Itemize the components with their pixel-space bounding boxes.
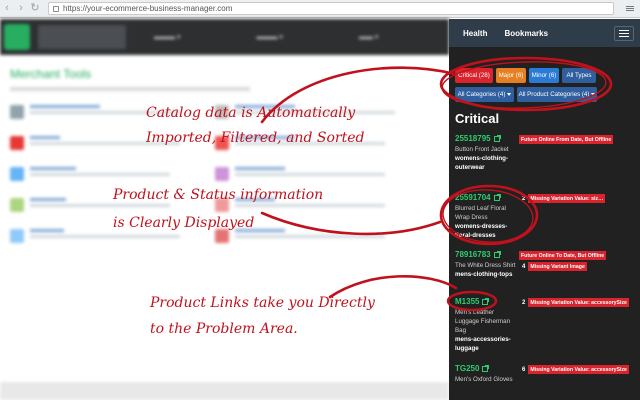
background-app: ▬▬▬ ▾ ▬▬▬ ▾ ▬▬ ▾ Merchant Tools: [0, 19, 449, 400]
forward-icon[interactable]: ›: [14, 2, 28, 16]
list-item: 25591704 Blurred Leaf Floral Wrap Dress …: [455, 193, 517, 240]
callout-status-line2: is Clearly Displayed: [113, 215, 255, 231]
tile-icon: [10, 198, 24, 212]
issue-badge: 2 Missing Variation Value: siz…: [519, 194, 636, 203]
issue-label: Missing Variation Value: accessorySize: [528, 298, 629, 307]
filter-all-types[interactable]: All Types: [562, 68, 596, 83]
external-link-icon: [493, 250, 501, 258]
list-item: 25518795 Button Front Jacket womens-clot…: [455, 134, 517, 172]
product-link[interactable]: 25518795: [455, 134, 517, 143]
app-nav-item[interactable]: ▬▬▬ ▾: [256, 33, 282, 41]
type-filters: Critical (28) Major (6) Minor (6) All Ty…: [455, 68, 599, 83]
address-bar[interactable]: https://your-ecommerce-business-manager.…: [48, 2, 614, 15]
product-name: The White Dress Shirt: [455, 262, 516, 269]
issue-label: Future Online To Date, But Offline: [519, 251, 607, 260]
app-nav-item[interactable]: ▬▬ ▾: [359, 33, 378, 41]
back-icon[interactable]: ‹: [0, 2, 14, 16]
reload-icon[interactable]: ↻: [28, 2, 42, 16]
filter-all-categories-label: All Categories (4): [457, 91, 506, 98]
app-header: ▬▬▬ ▾ ▬▬▬ ▾ ▬▬ ▾: [0, 19, 449, 55]
app-footer: [0, 382, 449, 400]
store-selector[interactable]: [38, 25, 126, 49]
callout-links-line1: Product Links take you Directly: [150, 295, 375, 311]
tile[interactable]: [10, 167, 215, 181]
chevron-down-icon: [507, 93, 512, 96]
product-category: mens-accessories-luggage: [455, 336, 511, 352]
chevron-down-icon: [591, 93, 596, 96]
external-link-icon: [493, 134, 501, 142]
section-title: Critical: [455, 111, 500, 126]
address-url: https://your-ecommerce-business-manager.…: [63, 4, 233, 13]
product-id: 78916783: [455, 250, 491, 259]
product-name: Men's Oxford Gloves: [455, 376, 513, 383]
filter-all-product-categories-label: All Product Categories (4): [518, 91, 590, 98]
product-category: womens-clothing-outerwear: [455, 155, 508, 171]
issue-count: 6: [522, 366, 526, 373]
app-nav-item[interactable]: ▬▬▬ ▾: [154, 33, 180, 41]
tab-health[interactable]: Health: [463, 29, 487, 38]
product-link[interactable]: 25591704: [455, 193, 517, 202]
app-page-subtitle: [10, 87, 250, 91]
list-item: M1355 Men's Leather Luggage Fisherman Ba…: [455, 297, 517, 353]
product-name: Blurred Leaf Floral Wrap Dress: [455, 205, 506, 221]
tile-icon: [10, 229, 24, 243]
filter-all-categories[interactable]: All Categories (4): [455, 87, 514, 102]
tab-bookmarks[interactable]: Bookmarks: [504, 29, 548, 38]
issue-label: Missing Variation Value: siz…: [528, 194, 606, 203]
external-link-icon: [482, 297, 490, 305]
tile[interactable]: [215, 167, 420, 181]
issue-badge: 4 Missing Variant Image: [519, 262, 636, 271]
issue-count: 4: [522, 263, 526, 270]
app-logo: [4, 24, 30, 50]
filter-major[interactable]: Major (6): [496, 68, 526, 83]
filter-all-types-label: All Types: [566, 72, 592, 79]
tile-icon: [10, 105, 24, 119]
panel-header: Health Bookmarks: [449, 19, 640, 47]
product-category: mens-clothing-tops: [455, 271, 513, 278]
callout-catalog-line2: Imported, Filtered, and Sorted: [146, 130, 365, 146]
issue-badge: 2 Missing Variation Value: accessorySize: [519, 298, 636, 307]
app-page-title: Merchant Tools: [10, 67, 92, 81]
browser-toolbar: ‹ › ↻ https://your-ecommerce-business-ma…: [0, 0, 640, 18]
issue-label: Missing Variation Value: accessorySize: [528, 365, 629, 374]
product-link[interactable]: 78916783: [455, 250, 517, 259]
issue-label: Missing Variant Image: [528, 262, 587, 271]
issue-count: 2: [522, 195, 526, 202]
tile-icon: [10, 167, 24, 181]
menu-icon[interactable]: [614, 25, 634, 41]
issue-label: Future Online From Date, But Offline: [519, 135, 614, 144]
callout-links-line2: to the Problem Area.: [150, 321, 298, 337]
product-link[interactable]: M1355: [455, 297, 517, 306]
filter-all-product-categories[interactable]: All Product Categories (4): [517, 87, 597, 102]
product-name: Button Front Jacket: [455, 146, 509, 153]
product-category: womens-dresses-floral-dresses: [455, 223, 508, 239]
issue-count: 2: [522, 299, 526, 306]
external-link-icon: [493, 193, 501, 201]
tile-icon: [10, 136, 24, 150]
category-filters: All Categories (4) All Product Categorie…: [455, 87, 600, 102]
external-link-icon: [482, 364, 490, 372]
filter-minor[interactable]: Minor (6): [529, 68, 559, 83]
product-id: 25518795: [455, 134, 491, 143]
product-name: Men's Leather Luggage Fisherman Bag: [455, 309, 511, 334]
list-item: 78916783 The White Dress Shirt mens-clot…: [455, 250, 517, 279]
product-id: M1355: [455, 297, 480, 306]
browser-menu-icon[interactable]: [626, 6, 634, 11]
filter-critical[interactable]: Critical (28): [455, 68, 493, 83]
callout-status-line1: Product & Status information: [113, 187, 324, 203]
tile-icon: [215, 167, 229, 181]
lock-icon: [53, 5, 59, 12]
product-id: 25591704: [455, 193, 491, 202]
issue-badge: Future Online To Date, But Offline: [519, 251, 636, 260]
product-id: TG250: [455, 364, 480, 373]
list-item: TG250 Men's Oxford Gloves: [455, 364, 517, 384]
issue-badge: 6 Missing Variation Value: accessorySize: [519, 365, 636, 374]
issue-badge: Future Online From Date, But Offline: [519, 135, 636, 144]
callout-catalog-line1: Catalog data is Automatically: [146, 105, 356, 121]
product-link[interactable]: TG250: [455, 364, 517, 373]
